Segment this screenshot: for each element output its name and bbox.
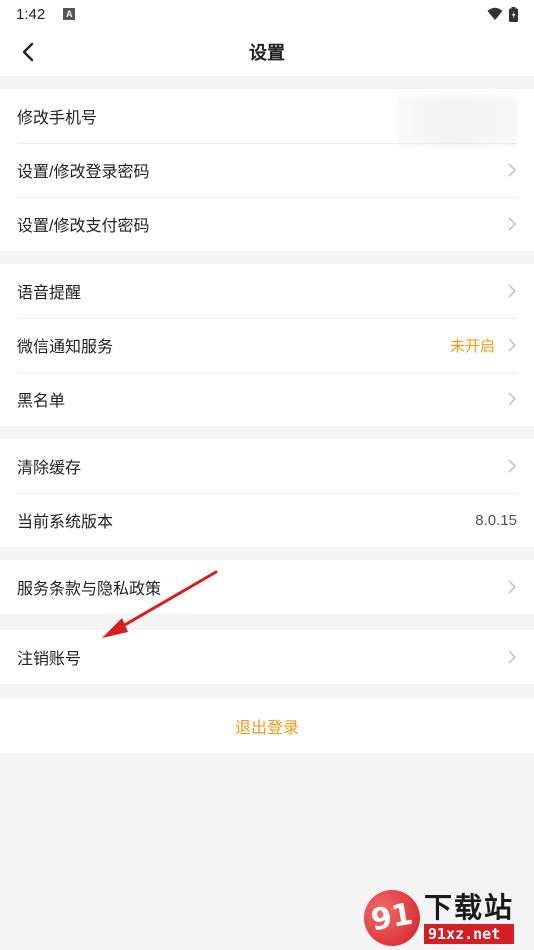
row-wechat-notification[interactable]: 微信通知服务 未开启 [0,318,534,372]
row-terms-privacy[interactable]: 服务条款与隐私政策 [0,560,534,614]
chevron-right-icon [508,284,517,298]
row-label: 服务条款与隐私政策 [17,581,162,598]
row-change-phone[interactable]: 修改手机号 [0,89,534,147]
account-security-group: 修改手机号 设置/修改登录密码 设置/修改支付密码 [0,89,534,251]
row-label: 设置/修改支付密码 [17,218,150,235]
row-voice-reminder[interactable]: 语音提醒 [0,264,534,318]
row-label: 注销账号 [17,651,82,668]
row-label: 语音提醒 [17,285,82,302]
row-login-password[interactable]: 设置/修改登录密码 [0,143,534,197]
wechat-status-value: 未开启 [449,337,495,355]
status-time: 1:42 [16,5,46,23]
notification-group: 语音提醒 微信通知服务 未开启 黑名单 [0,264,534,426]
nav-bar: 设置 [0,28,534,76]
watermark-logo: 91 下载站 91xz.net [359,885,532,950]
row-deactivate-account[interactable]: 注销账号 [0,630,534,684]
notification-a-icon: A [63,8,76,20]
status-bar: 1:42 A [0,0,534,28]
watermark-en-text: 91xz.net [424,924,515,944]
wifi-icon [487,7,503,20]
version-value: 8.0.15 [475,511,517,529]
watermark-cn-text: 下载站 [424,892,515,923]
watermark-91-icon: 91 [359,885,425,950]
row-system-version: 当前系统版本 8.0.15 [0,493,534,547]
account-group: 注销账号 [0,630,534,684]
chevron-right-icon [508,338,517,352]
obscured-phone-value [397,95,517,147]
battery-charging-icon [509,6,518,22]
back-button[interactable] [8,32,48,72]
status-indicators [487,6,518,22]
row-payment-password[interactable]: 设置/修改支付密码 [0,197,534,251]
chevron-right-icon [508,459,517,473]
row-blacklist[interactable]: 黑名单 [0,372,534,426]
row-clear-cache[interactable]: 清除缓存 [0,439,534,493]
row-label: 微信通知服务 [17,339,114,356]
policy-group: 服务条款与隐私政策 [0,560,534,614]
logout-button[interactable]: 退出登录 [0,699,534,753]
page-title: 设置 [249,43,285,63]
row-label: 设置/修改登录密码 [17,164,150,181]
system-group: 清除缓存 当前系统版本 8.0.15 [0,439,534,547]
row-label: 清除缓存 [17,460,82,477]
row-label: 黑名单 [17,393,66,410]
logout-label: 退出登录 [234,720,299,737]
row-label: 当前系统版本 [17,514,114,531]
chevron-right-icon [508,650,517,664]
chevron-right-icon [508,580,517,594]
row-label: 修改手机号 [17,110,98,127]
chevron-right-icon [508,163,517,177]
chevron-right-icon [508,217,517,231]
chevron-left-icon [22,42,34,62]
chevron-right-icon [508,392,517,406]
